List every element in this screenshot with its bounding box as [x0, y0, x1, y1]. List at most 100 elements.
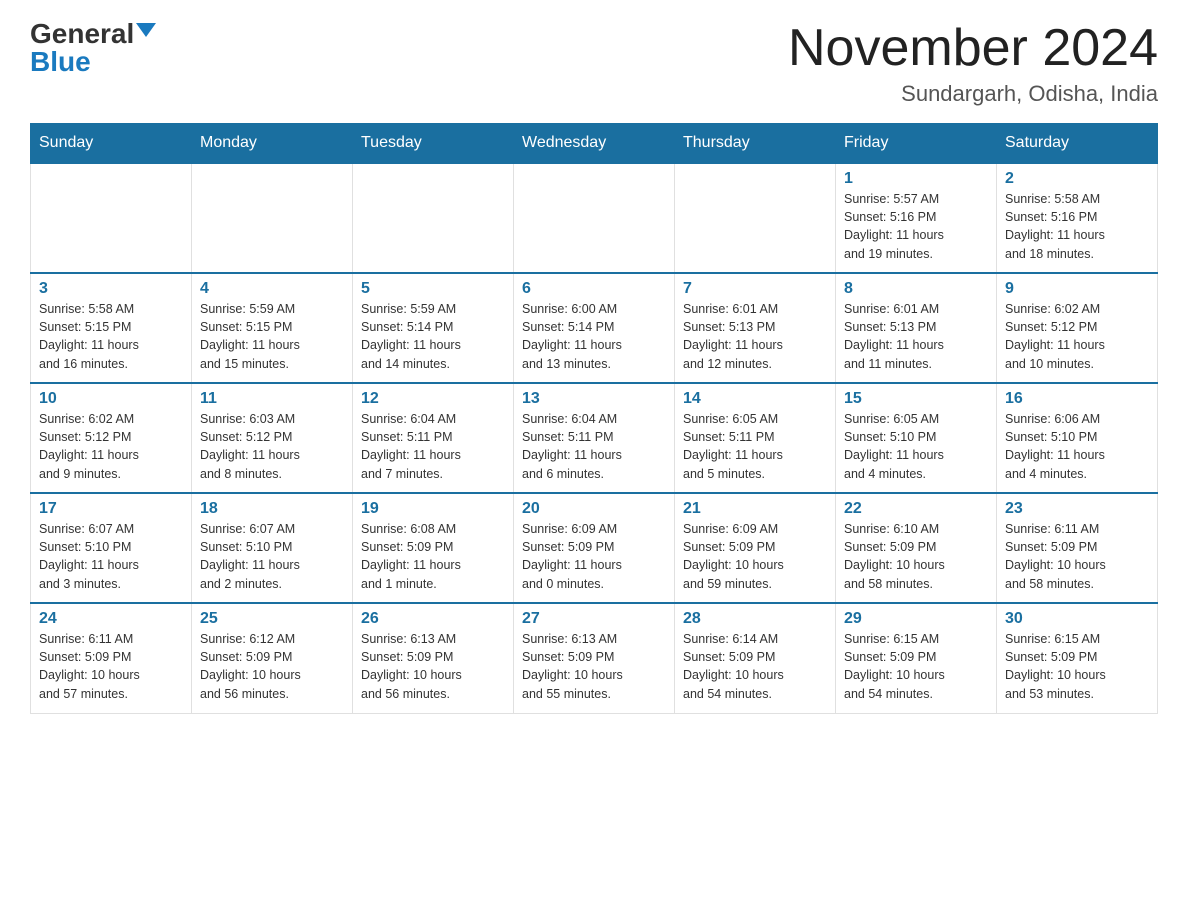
day-info: Sunrise: 6:12 AM Sunset: 5:09 PM Dayligh…: [200, 630, 344, 703]
day-info: Sunrise: 6:05 AM Sunset: 5:11 PM Dayligh…: [683, 410, 827, 483]
day-number: 9: [1005, 280, 1149, 298]
day-number: 15: [844, 390, 988, 408]
day-info: Sunrise: 6:13 AM Sunset: 5:09 PM Dayligh…: [361, 630, 505, 703]
day-info: Sunrise: 6:01 AM Sunset: 5:13 PM Dayligh…: [683, 300, 827, 373]
logo: General Blue: [30, 20, 156, 76]
day-number: 5: [361, 280, 505, 298]
day-number: 13: [522, 390, 666, 408]
logo-blue: Blue: [30, 48, 91, 76]
calendar-cell: 28 Sunrise: 6:14 AM Sunset: 5:09 PM Dayli…: [675, 603, 836, 713]
calendar-cell: 13 Sunrise: 6:04 AM Sunset: 5:11 PM Dayli…: [514, 383, 675, 493]
day-info: Sunrise: 5:57 AM Sunset: 5:16 PM Dayligh…: [844, 190, 988, 263]
calendar-cell: 25Sunrise: 6:12 AM Sunset: 5:09 PM Dayli…: [192, 603, 353, 713]
logo-triangle-icon: [136, 23, 156, 37]
calendar-table: SundayMondayTuesdayWednesdayThursdayFrid…: [30, 123, 1158, 714]
day-info: Sunrise: 6:10 AM Sunset: 5:09 PM Dayligh…: [844, 520, 988, 593]
day-info: Sunrise: 6:02 AM Sunset: 5:12 PM Dayligh…: [1005, 300, 1149, 373]
day-info: Sunrise: 6:11 AM Sunset: 5:09 PM Dayligh…: [1005, 520, 1149, 593]
calendar-week-row: 3 Sunrise: 5:58 AM Sunset: 5:15 PM Daylig…: [31, 273, 1158, 383]
day-number: 22: [844, 500, 988, 518]
day-info: Sunrise: 6:15 AM Sunset: 5:09 PM Dayligh…: [844, 630, 988, 703]
calendar-cell: 18Sunrise: 6:07 AM Sunset: 5:10 PM Dayli…: [192, 493, 353, 603]
calendar-cell: 15 Sunrise: 6:05 AM Sunset: 5:10 PM Dayli…: [836, 383, 997, 493]
day-number: 28: [683, 610, 827, 628]
calendar-cell: 14 Sunrise: 6:05 AM Sunset: 5:11 PM Dayli…: [675, 383, 836, 493]
calendar-cell: 8 Sunrise: 6:01 AM Sunset: 5:13 PM Daylig…: [836, 273, 997, 383]
calendar-title: November 2024: [788, 20, 1158, 77]
day-number: 19: [361, 500, 505, 518]
header: General Blue November 2024 Sundargarh, O…: [30, 20, 1158, 107]
day-number: 23: [1005, 500, 1149, 518]
calendar-cell: 4 Sunrise: 5:59 AM Sunset: 5:15 PM Daylig…: [192, 273, 353, 383]
calendar-cell: 26Sunrise: 6:13 AM Sunset: 5:09 PM Dayli…: [353, 603, 514, 713]
day-info: Sunrise: 6:02 AM Sunset: 5:12 PM Dayligh…: [39, 410, 183, 483]
day-info: Sunrise: 6:04 AM Sunset: 5:11 PM Dayligh…: [361, 410, 505, 483]
day-number: 1: [844, 170, 988, 188]
day-info: Sunrise: 6:04 AM Sunset: 5:11 PM Dayligh…: [522, 410, 666, 483]
day-number: 7: [683, 280, 827, 298]
day-number: 17: [39, 500, 183, 518]
day-info: Sunrise: 5:59 AM Sunset: 5:14 PM Dayligh…: [361, 300, 505, 373]
weekday-header-monday: Monday: [192, 124, 353, 164]
day-number: 24: [39, 610, 183, 628]
title-area: November 2024 Sundargarh, Odisha, India: [788, 20, 1158, 107]
weekday-header-thursday: Thursday: [675, 124, 836, 164]
day-number: 20: [522, 500, 666, 518]
calendar-cell: 7 Sunrise: 6:01 AM Sunset: 5:13 PM Daylig…: [675, 273, 836, 383]
calendar-week-row: 17 Sunrise: 6:07 AM Sunset: 5:10 PM Dayli…: [31, 493, 1158, 603]
day-info: Sunrise: 5:59 AM Sunset: 5:15 PM Dayligh…: [200, 300, 344, 373]
calendar-cell: 20Sunrise: 6:09 AM Sunset: 5:09 PM Dayli…: [514, 493, 675, 603]
day-info: Sunrise: 6:03 AM Sunset: 5:12 PM Dayligh…: [200, 410, 344, 483]
weekday-header-tuesday: Tuesday: [353, 124, 514, 164]
calendar-cell: 17 Sunrise: 6:07 AM Sunset: 5:10 PM Dayli…: [31, 493, 192, 603]
calendar-cell: 6Sunrise: 6:00 AM Sunset: 5:14 PM Daylig…: [514, 273, 675, 383]
calendar-cell: 21Sunrise: 6:09 AM Sunset: 5:09 PM Dayli…: [675, 493, 836, 603]
calendar-cell: 19Sunrise: 6:08 AM Sunset: 5:09 PM Dayli…: [353, 493, 514, 603]
calendar-cell: [514, 163, 675, 273]
day-info: Sunrise: 5:58 AM Sunset: 5:16 PM Dayligh…: [1005, 190, 1149, 263]
day-number: 8: [844, 280, 988, 298]
weekday-header-sunday: Sunday: [31, 124, 192, 164]
day-number: 10: [39, 390, 183, 408]
calendar-cell: [192, 163, 353, 273]
logo-general: General: [30, 20, 134, 48]
calendar-cell: 12Sunrise: 6:04 AM Sunset: 5:11 PM Dayli…: [353, 383, 514, 493]
day-number: 18: [200, 500, 344, 518]
calendar-cell: 1 Sunrise: 5:57 AM Sunset: 5:16 PM Daylig…: [836, 163, 997, 273]
calendar-cell: 23 Sunrise: 6:11 AM Sunset: 5:09 PM Dayli…: [997, 493, 1158, 603]
day-number: 3: [39, 280, 183, 298]
day-info: Sunrise: 5:58 AM Sunset: 5:15 PM Dayligh…: [39, 300, 183, 373]
calendar-cell: 2Sunrise: 5:58 AM Sunset: 5:16 PM Daylig…: [997, 163, 1158, 273]
day-number: 21: [683, 500, 827, 518]
day-info: Sunrise: 6:05 AM Sunset: 5:10 PM Dayligh…: [844, 410, 988, 483]
day-info: Sunrise: 6:15 AM Sunset: 5:09 PM Dayligh…: [1005, 630, 1149, 703]
calendar-week-row: 1 Sunrise: 5:57 AM Sunset: 5:16 PM Daylig…: [31, 163, 1158, 273]
weekday-header-wednesday: Wednesday: [514, 124, 675, 164]
day-number: 6: [522, 280, 666, 298]
weekday-header-friday: Friday: [836, 124, 997, 164]
calendar-subtitle: Sundargarh, Odisha, India: [788, 81, 1158, 107]
day-number: 4: [200, 280, 344, 298]
day-info: Sunrise: 6:06 AM Sunset: 5:10 PM Dayligh…: [1005, 410, 1149, 483]
calendar-cell: 22 Sunrise: 6:10 AM Sunset: 5:09 PM Dayli…: [836, 493, 997, 603]
calendar-cell: 29 Sunrise: 6:15 AM Sunset: 5:09 PM Dayli…: [836, 603, 997, 713]
calendar-cell: 30 Sunrise: 6:15 AM Sunset: 5:09 PM Dayli…: [997, 603, 1158, 713]
day-number: 14: [683, 390, 827, 408]
day-info: Sunrise: 6:13 AM Sunset: 5:09 PM Dayligh…: [522, 630, 666, 703]
day-info: Sunrise: 6:07 AM Sunset: 5:10 PM Dayligh…: [39, 520, 183, 593]
calendar-cell: 5 Sunrise: 5:59 AM Sunset: 5:14 PM Daylig…: [353, 273, 514, 383]
day-number: 16: [1005, 390, 1149, 408]
day-info: Sunrise: 6:01 AM Sunset: 5:13 PM Dayligh…: [844, 300, 988, 373]
calendar-cell: 27 Sunrise: 6:13 AM Sunset: 5:09 PM Dayli…: [514, 603, 675, 713]
calendar-cell: [31, 163, 192, 273]
day-info: Sunrise: 6:11 AM Sunset: 5:09 PM Dayligh…: [39, 630, 183, 703]
calendar-cell: [353, 163, 514, 273]
day-info: Sunrise: 6:14 AM Sunset: 5:09 PM Dayligh…: [683, 630, 827, 703]
calendar-cell: 24 Sunrise: 6:11 AM Sunset: 5:09 PM Dayli…: [31, 603, 192, 713]
calendar-cell: [675, 163, 836, 273]
day-number: 29: [844, 610, 988, 628]
day-number: 27: [522, 610, 666, 628]
day-number: 30: [1005, 610, 1149, 628]
calendar-week-row: 10 Sunrise: 6:02 AM Sunset: 5:12 PM Dayli…: [31, 383, 1158, 493]
weekday-header-saturday: Saturday: [997, 124, 1158, 164]
